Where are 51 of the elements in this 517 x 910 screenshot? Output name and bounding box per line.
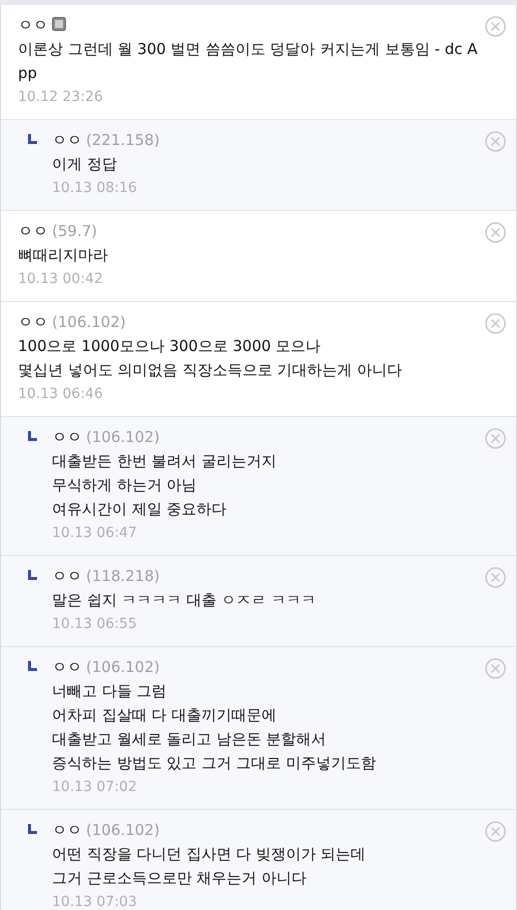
author-name: ㅇㅇ <box>18 15 48 36</box>
ip-address: (106.102) <box>86 427 160 448</box>
ip-address: (221.158) <box>86 130 160 151</box>
ip-address: (106.102) <box>86 820 160 841</box>
author-name: ㅇㅇ <box>52 427 82 448</box>
comment-date: 10.13 00:42 <box>18 270 104 289</box>
ip-address: (118.218) <box>86 566 160 587</box>
author-name: ㅇㅇ <box>18 312 48 333</box>
close-icon[interactable] <box>485 16 506 37</box>
reply-arrow-icon <box>28 661 37 671</box>
comment-text: 증식하는 방법도 있고 그거 그대로 미주넣기도함 <box>52 753 377 774</box>
comment-date: 10.13 06:46 <box>18 385 104 404</box>
author-name: ㅇㅇ <box>52 130 82 151</box>
close-icon[interactable] <box>485 821 506 842</box>
reply-arrow-icon <box>28 824 37 834</box>
comment-text: 100으로 1000모으나 300으로 3000 모으나 <box>18 336 322 357</box>
comment-text: 말은 쉽지 ㅋㅋㅋㅋ 대출 ㅇㅈㄹ ㅋㅋㅋ <box>52 590 317 611</box>
close-icon[interactable] <box>485 567 506 588</box>
author-name: ㅇㅇ <box>52 820 82 841</box>
reply-arrow-icon <box>28 134 37 144</box>
close-icon[interactable] <box>485 658 506 679</box>
comment-text: 그거 근로소득으로만 채우는거 아니다 <box>52 868 308 889</box>
comment-text: 어차피 집살때 다 대출끼기때문에 <box>52 705 278 726</box>
comment-date: 10.12 23:26 <box>18 88 104 107</box>
author-name: ㅇㅇ <box>18 221 48 242</box>
comment-text: 대출받든 한번 불려서 굴리는거지 <box>52 451 278 472</box>
comment-text: 이론상 그런데 월 300 벌면 씀씀이도 덩달아 커지는게 보통임 - dc App <box>18 39 479 84</box>
comment-text: 이게 정답 <box>52 154 118 175</box>
comment-text: 어떤 직장을 다니던 집사면 다 빚쟁이가 되는데 <box>52 844 367 865</box>
comment-text: 대출받고 월세로 돌리고 남은돈 분할해서 <box>52 729 328 750</box>
close-icon[interactable] <box>485 428 506 449</box>
reply-arrow-icon <box>28 570 37 580</box>
comment-text: 여유시간이 제일 중요하다 <box>52 499 228 520</box>
close-icon[interactable] <box>485 131 506 152</box>
close-icon[interactable] <box>485 313 506 334</box>
comment-text: 무식하게 하는거 아님 <box>52 475 198 496</box>
comment-date: 10.13 06:47 <box>52 524 138 543</box>
reply-arrow-icon <box>28 431 37 441</box>
comment-date: 10.13 07:02 <box>52 778 138 797</box>
comment-text: 몇십년 넣어도 의미없음 직장소득으로 기대하는게 아니다 <box>18 360 403 381</box>
author-name: ㅇㅇ <box>52 566 82 587</box>
comment-text: 뼈때리지마라 <box>18 245 109 266</box>
comment-date: 10.13 07:03 <box>52 893 138 910</box>
ip-address: (106.102) <box>86 657 160 678</box>
comment-date: 10.13 08:16 <box>52 179 138 198</box>
comment-text: 너빼고 다들 그럼 <box>52 681 168 702</box>
comment-date: 10.13 06:55 <box>52 615 138 634</box>
close-icon[interactable] <box>485 222 506 243</box>
ip-address: (106.102) <box>52 312 126 333</box>
author-name: ㅇㅇ <box>52 657 82 678</box>
ip-address: (59.7) <box>52 221 98 242</box>
